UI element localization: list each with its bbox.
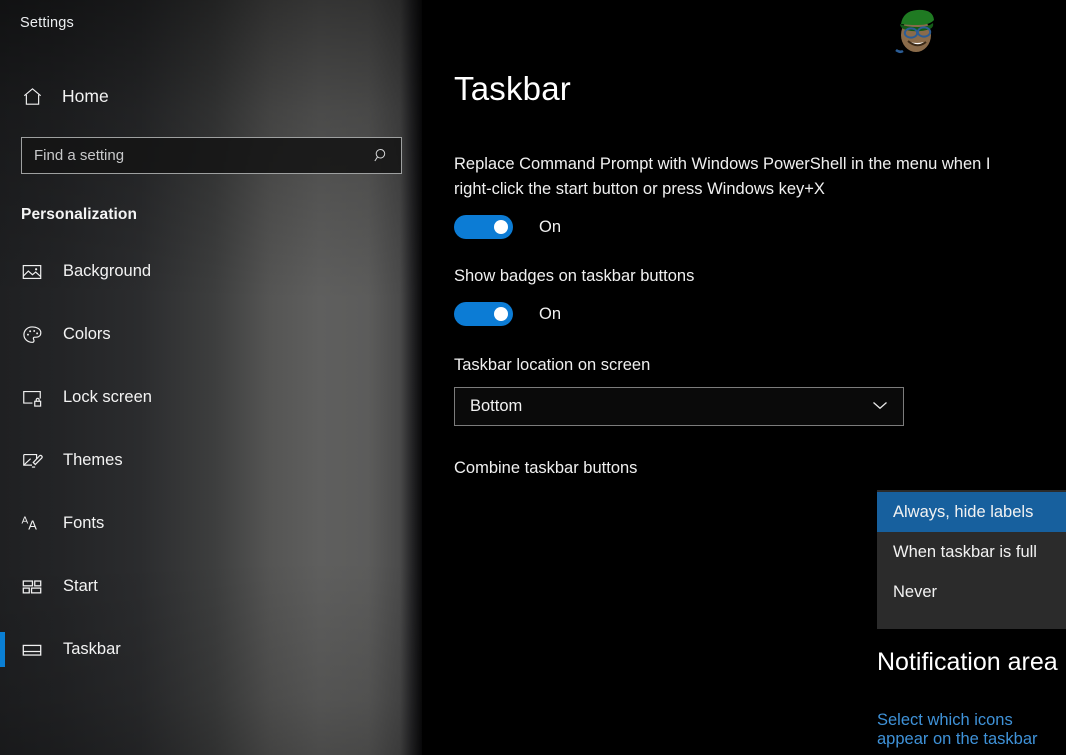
combine-buttons-dropdown-list: Always, hide labels When taskbar is full… <box>877 490 1066 629</box>
dropdown-option-never[interactable]: Never <box>877 572 1066 612</box>
window-title: Settings <box>20 15 74 31</box>
search-input[interactable] <box>34 147 370 164</box>
sidebar-item-fonts[interactable]: A A Fonts <box>0 492 422 555</box>
toggle-knob <box>494 307 508 321</box>
combine-buttons-label: Combine taskbar buttons <box>454 459 638 477</box>
sidebar-nav-list: Background Colors Lock screen Themes A A… <box>0 240 422 681</box>
sidebar-item-home[interactable]: Home <box>0 73 422 119</box>
toggle-knob <box>494 220 508 234</box>
powershell-toggle[interactable] <box>454 215 513 239</box>
badges-toggle-row: On <box>454 302 1066 326</box>
dropdown-option-always-hide-labels[interactable]: Always, hide labels <box>877 492 1066 532</box>
badges-toggle-state: On <box>539 304 562 323</box>
image-icon <box>21 261 61 283</box>
home-icon <box>21 85 59 108</box>
taskbar-location-select[interactable]: Bottom <box>454 387 904 426</box>
sidebar-item-themes[interactable]: Themes <box>0 429 422 492</box>
sidebar-item-background-label: Background <box>63 262 152 280</box>
sidebar-item-themes-label: Themes <box>63 451 123 469</box>
sidebar: Settings Home Personalization <box>0 0 422 755</box>
select-icons-link[interactable]: Select which icons appear on the taskbar <box>877 711 1066 749</box>
sidebar-item-taskbar-label: Taskbar <box>63 640 121 658</box>
sidebar-item-start-label: Start <box>63 577 98 595</box>
page-title: Taskbar <box>454 70 571 107</box>
themes-brush-icon <box>21 450 61 472</box>
sidebar-item-colors-label: Colors <box>63 325 111 343</box>
settings-window: Settings Home Personalization <box>0 0 1066 755</box>
powershell-setting-label: Replace Command Prompt with Windows Powe… <box>454 155 991 198</box>
svg-text:A: A <box>28 518 37 533</box>
cartoon-face-logo-icon <box>888 2 946 58</box>
taskbar-icon <box>21 639 61 661</box>
taskbar-location-label: Taskbar location on screen <box>454 356 651 374</box>
sidebar-item-lock-screen[interactable]: Lock screen <box>0 366 422 429</box>
search-box[interactable] <box>21 137 402 174</box>
powershell-toggle-row: On <box>454 215 1066 239</box>
sidebar-item-start[interactable]: Start <box>0 555 422 618</box>
dropdown-option-when-taskbar-is-full[interactable]: When taskbar is full <box>877 532 1066 572</box>
badges-setting-label: Show badges on taskbar buttons <box>454 267 695 285</box>
sidebar-section-header: Personalization <box>21 206 138 223</box>
sidebar-item-fonts-label: Fonts <box>63 514 105 532</box>
notification-area-heading: Notification area <box>877 648 1058 676</box>
lock-screen-icon <box>21 387 61 409</box>
sidebar-item-taskbar[interactable]: Taskbar <box>0 618 422 681</box>
badges-toggle[interactable] <box>454 302 513 326</box>
sidebar-item-background[interactable]: Background <box>0 240 422 303</box>
taskbar-location-value: Bottom <box>470 397 523 415</box>
main-content: Taskbar Replace Command Prompt with Wind… <box>422 0 1066 755</box>
chevron-down-icon <box>871 398 889 416</box>
powershell-toggle-state: On <box>539 217 562 236</box>
sidebar-item-home-label: Home <box>62 85 109 106</box>
start-grid-icon <box>21 576 61 598</box>
title-bar: Settings <box>0 0 422 46</box>
palette-icon <box>21 324 61 346</box>
sidebar-item-lock-screen-label: Lock screen <box>63 388 152 406</box>
fonts-aa-icon: A A <box>21 512 61 535</box>
sidebar-item-colors[interactable]: Colors <box>0 303 422 366</box>
search-icon[interactable] <box>370 147 390 164</box>
